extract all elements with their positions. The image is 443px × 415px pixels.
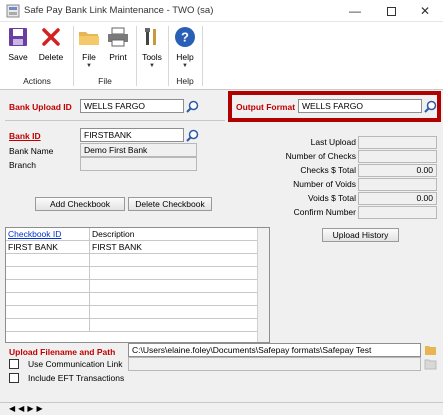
upload-path-label: Upload Filename and Path	[9, 347, 116, 357]
first-record-icon[interactable]: ◀	[9, 404, 18, 413]
number-of-voids-value	[358, 178, 437, 191]
bank-upload-id-field[interactable]: WELLS FARGO	[80, 99, 184, 113]
communication-link-field	[128, 357, 421, 371]
print-button[interactable]: Print	[104, 24, 132, 72]
branch-value	[80, 157, 197, 171]
ribbon: Save Delete Actions File ▼ Print File To…	[0, 22, 443, 90]
last-record-icon[interactable]: ▶	[36, 404, 45, 413]
chevron-down-icon: ▼	[86, 63, 92, 69]
ribbon-separator	[202, 26, 203, 86]
minimize-icon[interactable]: —	[337, 0, 373, 22]
add-checkbook-button[interactable]: Add Checkbook	[35, 197, 125, 211]
maximize-icon[interactable]	[373, 0, 409, 22]
table-row[interactable]: FIRST BANK FIRST BANK	[6, 241, 258, 254]
help-icon: ?	[174, 26, 196, 48]
folder-icon	[424, 359, 436, 370]
file-menu-button[interactable]: File ▼	[76, 24, 102, 72]
ribbon-separator	[73, 26, 74, 86]
table-row[interactable]	[6, 306, 258, 319]
tools-icon	[141, 26, 163, 48]
output-format-label: Output Format	[236, 102, 296, 112]
grid-scrollbar[interactable]	[257, 228, 269, 342]
use-communication-link-label: Use Communication Link	[28, 359, 123, 369]
folder-icon	[78, 26, 100, 48]
app-icon	[6, 4, 20, 18]
group-actions-label: Actions	[23, 76, 51, 86]
navigation-bar: ◀◀▶▶	[0, 402, 443, 415]
upload-stats-panel: Last Upload Number of Checks Checks $ To…	[277, 133, 437, 221]
chevron-down-icon: ▼	[149, 63, 155, 69]
section-divider	[5, 120, 225, 121]
checks-total-value: 0.00	[358, 164, 437, 177]
previous-record-icon[interactable]: ◀	[18, 404, 27, 413]
title-bar: Safe Pay Bank Link Maintenance - TWO (sa…	[0, 0, 443, 22]
delete-checkbook-button[interactable]: Delete Checkbook	[128, 197, 212, 211]
confirm-number-label: Confirm Number	[293, 207, 356, 217]
output-format-field[interactable]: WELLS FARGO	[298, 99, 422, 113]
browse-folder-button[interactable]	[423, 343, 437, 357]
bank-name-label: Bank Name	[9, 146, 54, 156]
branch-label: Branch	[9, 160, 36, 170]
printer-icon	[107, 26, 129, 48]
browse-folder-disabled-button	[423, 357, 437, 371]
help-menu-button[interactable]: ? Help ▼	[171, 24, 199, 72]
group-help-label: Help	[176, 76, 194, 86]
col-checkbook-id[interactable]: Checkbook ID	[6, 228, 90, 241]
voids-total-label: Voids $ Total	[307, 193, 356, 203]
last-upload-value	[358, 136, 437, 149]
upload-path-field[interactable]: C:\Users\elaine.foley\Documents\Safepay …	[128, 343, 421, 357]
table-row[interactable]	[6, 293, 258, 306]
number-of-checks-label: Number of Checks	[285, 151, 356, 161]
include-eft-checkbox[interactable]	[9, 373, 19, 383]
number-of-checks-value	[358, 150, 437, 163]
close-icon[interactable]: ✕	[407, 0, 443, 22]
search-icon	[185, 100, 198, 113]
folder-icon	[424, 346, 436, 355]
table-row[interactable]	[6, 280, 258, 293]
use-communication-link-checkbox[interactable]	[9, 359, 19, 369]
search-icon	[185, 129, 198, 142]
number-of-voids-label: Number of Voids	[293, 179, 356, 189]
col-description: Description	[92, 229, 135, 239]
save-button[interactable]: Save	[4, 24, 32, 72]
checks-total-label: Checks $ Total	[300, 165, 356, 175]
include-eft-label: Include EFT Transactions	[28, 373, 125, 383]
save-icon	[7, 26, 29, 48]
checkbook-grid: Checkbook ID Description FIRST BANK FIRS…	[5, 227, 270, 343]
delete-icon	[40, 26, 62, 48]
table-row[interactable]	[6, 254, 258, 267]
upload-history-button[interactable]: Upload History	[322, 228, 399, 242]
group-file-label: File	[98, 76, 112, 86]
window-title: Safe Pay Bank Link Maintenance - TWO (sa…	[24, 5, 214, 16]
svg-text:?: ?	[181, 30, 189, 45]
confirm-number-value	[358, 206, 437, 219]
bank-id-field[interactable]: FIRSTBANK	[80, 128, 184, 142]
bank-id-label[interactable]: Bank ID	[9, 131, 41, 141]
bank-upload-id-lookup-button[interactable]	[185, 99, 199, 113]
output-format-lookup-button[interactable]	[423, 99, 437, 113]
delete-button[interactable]: Delete	[34, 24, 68, 72]
description-cell: FIRST BANK	[92, 242, 142, 252]
voids-total-value: 0.00	[358, 192, 437, 205]
ribbon-separator	[136, 26, 137, 86]
bank-upload-id-label: Bank Upload ID	[9, 102, 72, 112]
table-row[interactable]	[6, 319, 258, 332]
checkbook-id-cell: FIRST BANK	[6, 241, 90, 254]
bank-id-lookup-button[interactable]	[185, 128, 199, 142]
bank-name-value: Demo First Bank	[80, 143, 197, 157]
last-upload-label: Last Upload	[310, 137, 356, 147]
chevron-down-icon: ▼	[182, 63, 188, 69]
record-navigation[interactable]: ◀◀▶▶	[9, 404, 46, 413]
tools-menu-button[interactable]: Tools ▼	[139, 24, 165, 72]
ribbon-separator	[168, 26, 169, 86]
grid-header: Checkbook ID Description	[6, 228, 258, 241]
search-icon	[423, 100, 436, 113]
table-row[interactable]	[6, 267, 258, 280]
